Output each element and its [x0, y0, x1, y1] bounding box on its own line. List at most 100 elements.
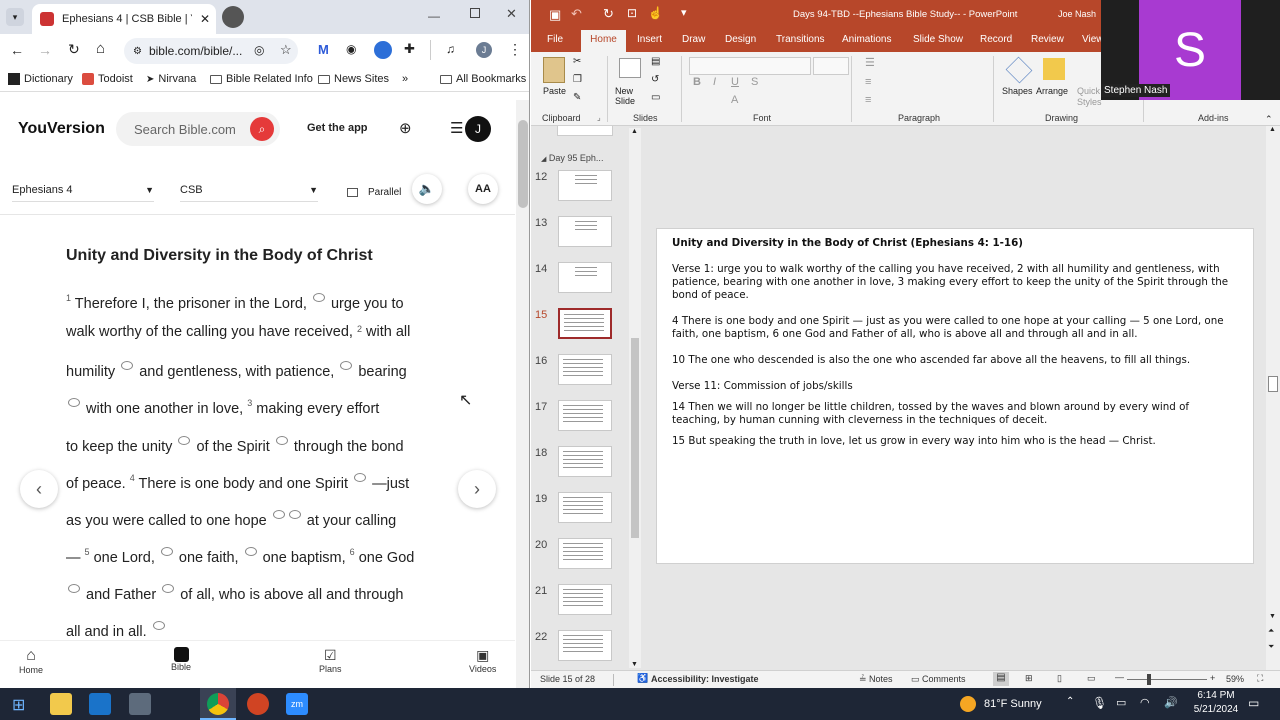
- address-bar[interactable]: ⚙ bible.com/bible/...: [124, 38, 298, 64]
- tab-file[interactable]: File: [547, 34, 563, 45]
- eye-off-icon[interactable]: ◎: [254, 43, 264, 57]
- close-window-icon[interactable]: ✕: [506, 6, 517, 22]
- scrollbar-thumb[interactable]: [1268, 376, 1278, 392]
- comments-button[interactable]: ▭ Comments: [911, 674, 966, 685]
- reload-icon[interactable]: ↻: [68, 41, 80, 58]
- undo-icon[interactable]: ↶: [571, 6, 582, 22]
- start-icon[interactable]: ⊞: [12, 695, 25, 715]
- tab-review[interactable]: Review: [1031, 34, 1064, 45]
- section-header[interactable]: ◢ Day 95 Eph...: [541, 153, 603, 163]
- extension-m-icon[interactable]: M: [318, 42, 329, 57]
- bookmark-all-bookmarks[interactable]: All Bookmarks: [440, 73, 526, 85]
- note-icon[interactable]: [244, 547, 257, 556]
- note-icon[interactable]: [178, 436, 191, 445]
- page-scrollbar[interactable]: [516, 100, 529, 688]
- note-icon[interactable]: [68, 398, 80, 407]
- font-size-button[interactable]: AA: [468, 174, 498, 204]
- outlook-icon[interactable]: [89, 693, 111, 715]
- zoom-slider-thumb[interactable]: [1147, 674, 1151, 685]
- bookmarks-overflow[interactable]: »: [402, 73, 408, 85]
- font-color-icon[interactable]: A: [731, 94, 738, 106]
- slide-thumbnail[interactable]: [558, 354, 612, 385]
- user-avatar[interactable]: J: [465, 116, 491, 142]
- scrollbar-thumb[interactable]: [518, 120, 528, 208]
- profile-avatar[interactable]: J: [476, 42, 492, 58]
- nav-plans[interactable]: ☑ Plans: [319, 647, 342, 674]
- bookmark-star-icon[interactable]: ☆: [280, 42, 292, 58]
- scroll-up-icon[interactable]: ▲: [1269, 126, 1276, 133]
- copy-icon[interactable]: ❐: [573, 74, 582, 85]
- note-icon[interactable]: [121, 361, 134, 370]
- notes-button[interactable]: ≟ Notes: [859, 674, 893, 685]
- fit-to-window-icon[interactable]: ⛶: [1257, 673, 1263, 684]
- slide-thumbnail[interactable]: [558, 492, 612, 523]
- arrange-icon[interactable]: [1043, 58, 1065, 80]
- zoom-level[interactable]: 59%: [1226, 674, 1244, 684]
- redo-icon[interactable]: ↻: [603, 6, 614, 22]
- bullets-icon[interactable]: ☰: [865, 56, 875, 69]
- search-icon[interactable]: ⌕: [250, 117, 274, 141]
- previous-chapter-button[interactable]: ‹: [20, 470, 58, 508]
- language-globe-icon[interactable]: ⊕: [399, 119, 412, 137]
- zoom-out-icon[interactable]: —: [1115, 672, 1124, 682]
- note-icon[interactable]: [288, 510, 301, 519]
- slide-thumbnail[interactable]: [558, 262, 612, 293]
- previous-slide-icon[interactable]: ⏶: [1268, 626, 1274, 636]
- note-icon[interactable]: [340, 361, 353, 370]
- get-app-link[interactable]: Get the app: [307, 122, 368, 134]
- tab-record[interactable]: Record: [980, 34, 1012, 45]
- file-explorer-icon[interactable]: [50, 693, 72, 715]
- camera-icon[interactable]: ◉: [346, 42, 356, 56]
- next-slide-icon[interactable]: ⏷: [1268, 642, 1274, 652]
- paste-icon[interactable]: [543, 57, 565, 83]
- slide-paragraph[interactable]: 14 Then we will no longer be little chil…: [672, 401, 1238, 427]
- tab-transitions[interactable]: Transitions: [776, 34, 825, 45]
- zoom-slider[interactable]: [1127, 679, 1207, 680]
- italic-icon[interactable]: I: [713, 76, 716, 88]
- slide-paragraph[interactable]: 15 But speaking the truth in love, let u…: [672, 435, 1238, 448]
- minimize-icon[interactable]: —: [428, 9, 440, 23]
- slide-paragraph[interactable]: 10 The one who descended is also the one…: [672, 354, 1238, 367]
- tab-slide-show[interactable]: Slide Show: [913, 34, 963, 45]
- underline-icon[interactable]: U: [731, 76, 739, 88]
- slide-title[interactable]: Unity and Diversity in the Body of Chris…: [672, 237, 1238, 250]
- nav-bible[interactable]: Bible: [171, 647, 191, 672]
- cut-icon[interactable]: ✂: [573, 56, 581, 67]
- youversion-logo[interactable]: YouVersion: [18, 120, 105, 138]
- paste-label[interactable]: Paste: [543, 86, 566, 96]
- shapes-label[interactable]: Shapes: [1002, 86, 1033, 96]
- nav-videos[interactable]: ▣ Videos: [469, 647, 496, 674]
- book-chapter-select[interactable]: Ephesians 4 ▼: [12, 178, 154, 202]
- tab-animations[interactable]: Animations: [842, 34, 891, 45]
- weather-text[interactable]: 81°F Sunny: [984, 698, 1042, 710]
- new-slide-label[interactable]: New Slide: [615, 86, 655, 106]
- forward-icon[interactable]: →: [38, 42, 52, 58]
- tab-insert[interactable]: Insert: [637, 34, 662, 45]
- media-control-icon[interactable]: ♫: [446, 42, 455, 56]
- clipboard-launcher-icon[interactable]: ⌟: [597, 113, 601, 122]
- volume-icon[interactable]: 🔊: [1164, 696, 1178, 709]
- strikethrough-icon[interactable]: S: [751, 76, 758, 88]
- note-icon[interactable]: [152, 621, 165, 630]
- notifications-icon[interactable]: ▭: [1248, 696, 1259, 710]
- calculator-icon[interactable]: [129, 693, 151, 715]
- slide-thumbnail[interactable]: [558, 170, 612, 201]
- tab-close-icon[interactable]: ✕: [200, 12, 210, 26]
- slide-thumbnail[interactable]: [558, 538, 612, 569]
- parallel-toggle[interactable]: Parallel: [347, 187, 401, 198]
- text-direction-icon[interactable]: ≡: [865, 76, 871, 88]
- note-icon[interactable]: [312, 293, 325, 302]
- tab-home[interactable]: Home: [581, 30, 626, 52]
- slide-thumbnail-selected[interactable]: [558, 308, 612, 339]
- thumbnails-scrollbar[interactable]: ▲ ▼: [629, 128, 641, 668]
- slide-thumbnail[interactable]: [558, 584, 612, 615]
- note-icon[interactable]: [354, 473, 367, 482]
- touch-mode-icon[interactable]: ☝: [648, 6, 663, 20]
- chrome-menu-icon[interactable]: ⋮: [508, 41, 522, 58]
- slide-show-icon[interactable]: ▭: [1087, 673, 1096, 684]
- section-icon[interactable]: ▭: [651, 92, 660, 103]
- tab-ephesians[interactable]: Ephesians 4 | CSB Bible | YouVe ✕: [32, 4, 216, 34]
- bible-search-input[interactable]: Search Bible.com ⌕: [116, 112, 280, 146]
- normal-view-icon[interactable]: ▤: [993, 672, 1009, 686]
- slide-paragraph[interactable]: Verse 11: Commission of jobs/skills: [672, 380, 1238, 393]
